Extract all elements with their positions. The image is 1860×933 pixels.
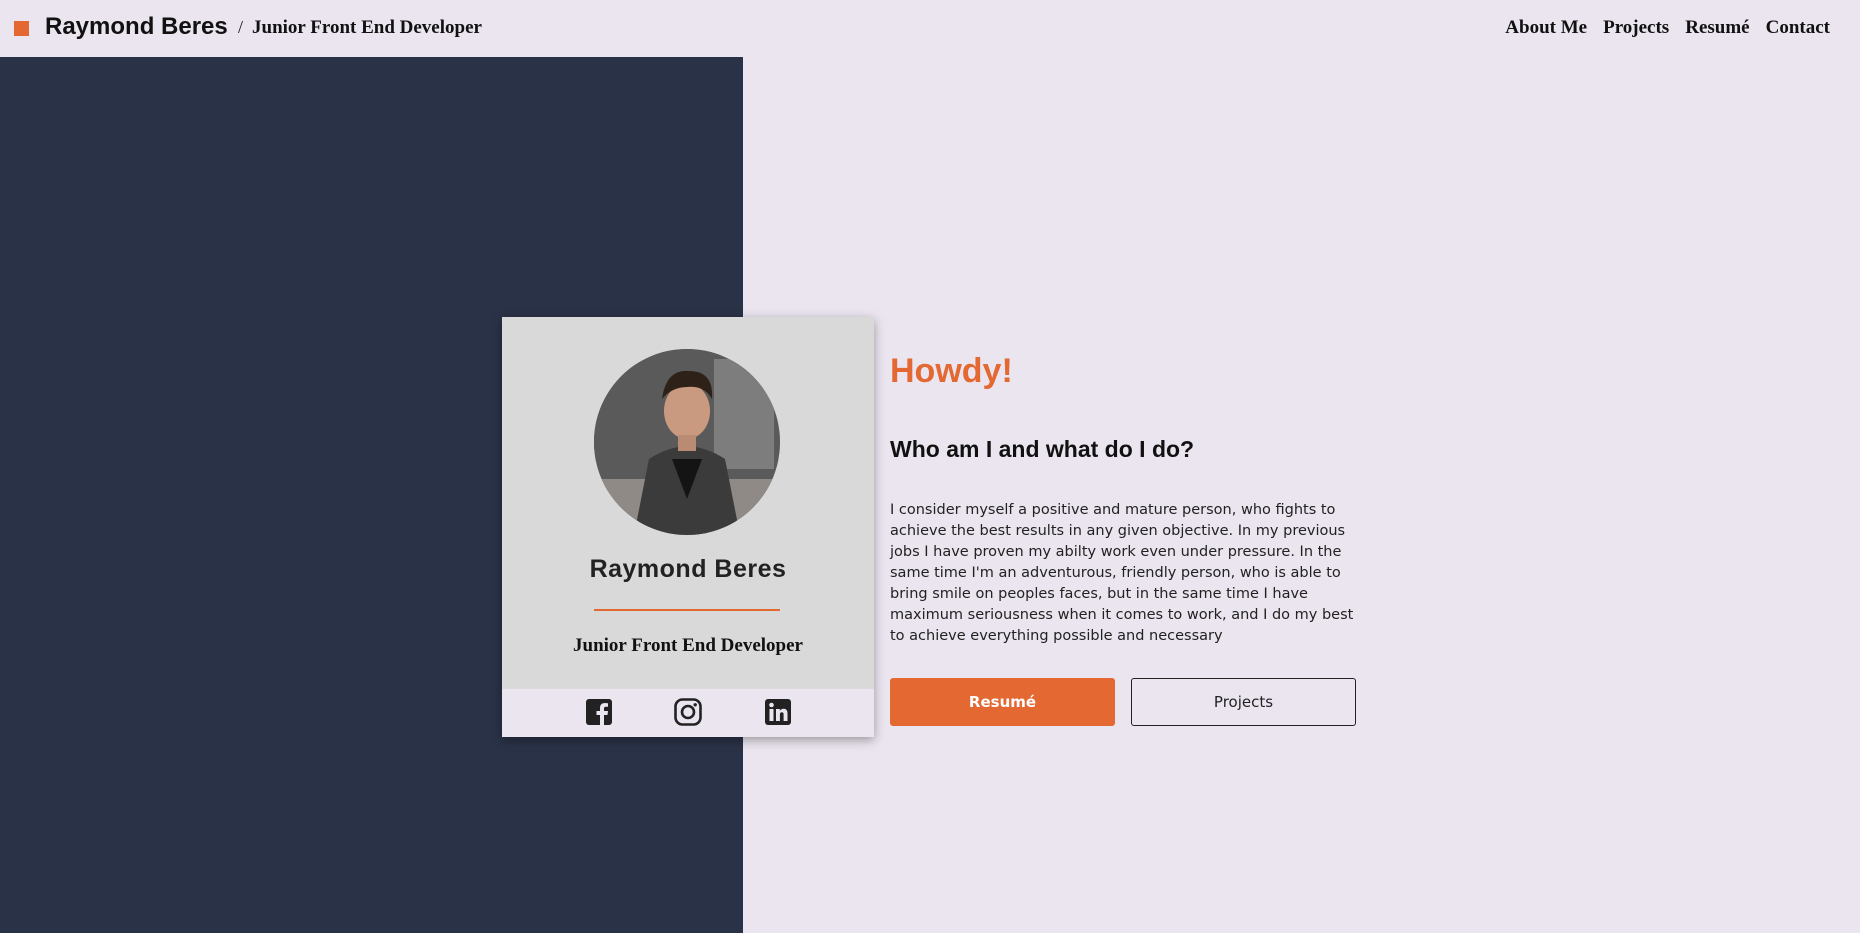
profile-card: Raymond Beres Junior Front End Developer [502,317,874,737]
nav-contact[interactable]: Contact [1766,17,1830,39]
linkedin-icon[interactable] [763,697,793,727]
who-heading: Who am I and what do I do? [890,436,1195,462]
card-role: Junior Front End Developer [573,635,803,656]
brand-logo-square [14,21,29,36]
brand-separator: / [238,17,244,37]
card-name: Raymond Beres [589,555,787,583]
facebook-icon[interactable] [584,697,614,727]
top-navbar: Raymond Beres / Junior Front End Develop… [0,0,1860,57]
nav-resume[interactable]: Resumé [1685,17,1749,39]
projects-button[interactable]: Projects [1131,678,1356,726]
main-nav: About Me Projects Resumé Contact [1505,17,1830,39]
greeting-heading: Howdy! [890,352,1013,390]
bio-paragraph: I consider myself a positive and mature … [890,502,1354,644]
brand-name[interactable]: Raymond Beres [45,13,228,41]
avatar [594,349,780,535]
card-divider [594,609,780,611]
resume-button[interactable]: Resumé [890,678,1115,726]
nav-projects[interactable]: Projects [1603,17,1669,39]
instagram-icon[interactable] [673,697,703,727]
nav-about-me[interactable]: About Me [1505,17,1587,39]
social-links [502,689,874,737]
brand-role: Junior Front End Developer [252,17,482,38]
